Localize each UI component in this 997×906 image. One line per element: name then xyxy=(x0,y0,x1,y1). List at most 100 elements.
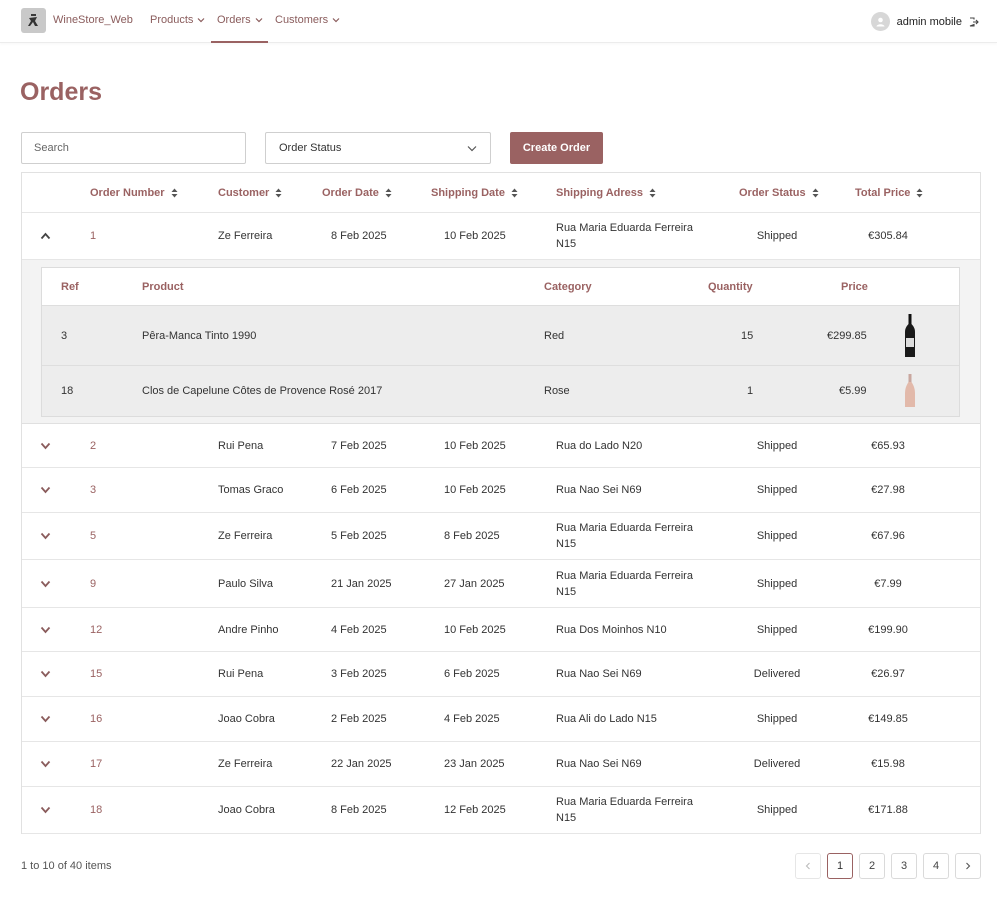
cell-order-status: Shipped xyxy=(756,713,798,725)
sort-icon xyxy=(385,188,392,197)
detail-quantity: 1 xyxy=(747,385,754,397)
col-label: Order Status xyxy=(739,186,806,199)
col-label: Shipping Date xyxy=(431,186,505,199)
order-status-select[interactable]: Order Status xyxy=(265,132,491,164)
cell-shipping-date: 10 Feb 2025 xyxy=(444,439,506,452)
sort-icon xyxy=(275,188,282,197)
order-status-select-value: Order Status xyxy=(279,142,342,154)
next-page-button[interactable] xyxy=(955,853,981,879)
expand-row-button[interactable] xyxy=(40,513,51,559)
expand-row-button[interactable] xyxy=(40,652,51,696)
cell-total-price: €65.93 xyxy=(871,439,905,452)
cell-order-status: Delivered xyxy=(753,668,801,680)
page-button-1[interactable]: 1 xyxy=(827,853,853,879)
user-menu[interactable]: admin mobile xyxy=(870,12,979,31)
table-row[interactable]: 12 Andre Pinho 4 Feb 2025 10 Feb 2025 Rua Do… xyxy=(22,608,980,652)
page-button-3[interactable]: 3 xyxy=(891,853,917,879)
cell-customer: Ze Ferreira xyxy=(218,530,273,542)
items-summary: 1 to 10 of 40 items xyxy=(21,860,112,872)
detail-category: Rose xyxy=(544,385,570,397)
cell-total-price: €26.97 xyxy=(871,668,905,680)
cell-order-date: 4 Feb 2025 xyxy=(331,623,387,636)
detail-col-product: Product xyxy=(142,280,184,293)
detail-product: Pêra-Manca Tinto 1990 xyxy=(142,329,257,342)
cell-order-number[interactable]: 2 xyxy=(90,424,96,467)
col-total-price[interactable]: Total Price xyxy=(855,173,923,212)
chevron-down-icon xyxy=(40,806,51,814)
cell-shipping-address: Rua Nao Sei N69 xyxy=(556,484,642,496)
sort-icon xyxy=(916,188,923,197)
table-row[interactable]: 3 Tomas Graco 6 Feb 2025 10 Feb 2025 Rua Nao… xyxy=(22,468,980,513)
expand-row-button[interactable] xyxy=(40,608,51,651)
cell-shipping-address: Rua Maria Eduarda Ferreira N15 xyxy=(556,222,693,250)
detail-ref: 3 xyxy=(61,329,68,342)
table-row[interactable]: 2 Rui Pena 7 Feb 2025 10 Feb 2025 Rua do Lad… xyxy=(22,424,980,468)
cell-shipping-date: 10 Feb 2025 xyxy=(444,230,506,242)
search-input[interactable] xyxy=(21,132,246,164)
chevron-down-icon xyxy=(40,670,51,678)
chevron-down-icon xyxy=(40,760,51,768)
expand-row-button[interactable] xyxy=(40,742,51,786)
table-row[interactable]: 5 Ze Ferreira 5 Feb 2025 8 Feb 2025 Rua Mari… xyxy=(22,513,980,560)
create-order-button[interactable]: Create Order xyxy=(510,132,603,164)
chevron-down-icon xyxy=(467,145,477,151)
col-customer[interactable]: Customer xyxy=(218,173,282,212)
cell-order-date: 22 Jan 2025 xyxy=(331,758,392,770)
col-order-number[interactable]: Order Number xyxy=(90,173,178,212)
col-shipping-address[interactable]: Shipping Adress xyxy=(556,173,656,212)
avatar xyxy=(870,12,890,31)
cell-shipping-date: 10 Feb 2025 xyxy=(444,623,506,636)
table-row[interactable]: 1 Ze Ferreira 8 Feb 2025 10 Feb 2025 Rua Mar… xyxy=(22,213,980,260)
cell-order-date: 21 Jan 2025 xyxy=(331,577,392,590)
expand-row-button[interactable] xyxy=(40,697,51,741)
col-order-date[interactable]: Order Date xyxy=(322,173,392,212)
detail-price: €5.99 xyxy=(839,385,867,397)
cell-customer: Rui Pena xyxy=(218,668,264,680)
table-row[interactable]: 18 Joao Cobra 8 Feb 2025 12 Feb 2025 Rua Mar… xyxy=(22,787,980,834)
cell-order-status: Shipped xyxy=(756,484,798,496)
expand-row-button[interactable] xyxy=(40,424,51,467)
expand-row-button[interactable] xyxy=(40,787,51,833)
page-button-4[interactable]: 4 xyxy=(923,853,949,879)
cell-order-number[interactable]: 5 xyxy=(90,513,96,559)
table-row[interactable]: 17 Ze Ferreira 22 Jan 2025 23 Jan 2025 Rua N… xyxy=(22,742,980,787)
cell-order-number[interactable]: 12 xyxy=(90,608,102,651)
brand-name[interactable]: WineStore_Web xyxy=(53,14,133,26)
expand-row-button[interactable] xyxy=(40,560,51,607)
nav-orders[interactable]: Orders xyxy=(217,14,263,26)
logout-icon[interactable] xyxy=(969,16,979,27)
page-button-2[interactable]: 2 xyxy=(859,853,885,879)
table-row[interactable]: 9 Paulo Silva 21 Jan 2025 27 Jan 2025 Rua Ma… xyxy=(22,560,980,608)
col-label: Order Date xyxy=(322,186,379,199)
col-shipping-date[interactable]: Shipping Date xyxy=(431,173,518,212)
collapse-row-button[interactable] xyxy=(40,213,51,259)
prev-page-button[interactable] xyxy=(795,853,821,879)
detail-col-category: Category xyxy=(544,280,592,293)
col-order-status[interactable]: Order Status xyxy=(739,173,819,212)
cell-order-number[interactable]: 9 xyxy=(90,560,96,607)
cell-order-number[interactable]: 1 xyxy=(90,213,96,259)
cell-customer: Rui Pena xyxy=(218,439,264,452)
cell-order-number[interactable]: 15 xyxy=(90,652,102,696)
cell-order-number[interactable]: 17 xyxy=(90,742,102,786)
cell-order-status: Delivered xyxy=(753,758,801,770)
cell-order-number[interactable]: 16 xyxy=(90,697,102,741)
cell-order-date: 5 Feb 2025 xyxy=(331,530,387,542)
expand-row-button[interactable] xyxy=(40,468,51,512)
table-row[interactable]: 16 Joao Cobra 2 Feb 2025 4 Feb 2025 Rua Ali … xyxy=(22,697,980,742)
cell-order-number[interactable]: 3 xyxy=(90,468,96,512)
cell-shipping-address: Rua Maria Eduarda Ferreira N15 xyxy=(556,796,693,824)
cell-total-price: €7.99 xyxy=(874,577,902,590)
cell-total-price: €199.90 xyxy=(868,623,908,636)
cell-total-price: €15.98 xyxy=(871,758,905,770)
nav-customers[interactable]: Customers xyxy=(275,14,340,26)
sort-icon xyxy=(812,188,819,197)
cell-order-number[interactable]: 18 xyxy=(90,787,102,833)
detail-col-ref: Ref xyxy=(61,280,79,293)
nav-products[interactable]: Products xyxy=(150,14,205,26)
sort-icon xyxy=(171,188,178,197)
app-logo[interactable] xyxy=(21,8,46,33)
table-row[interactable]: 15 Rui Pena 3 Feb 2025 6 Feb 2025 Rua Nao Se… xyxy=(22,652,980,697)
pagination: 1 2 3 4 xyxy=(795,853,981,879)
chevron-left-icon xyxy=(805,862,810,870)
